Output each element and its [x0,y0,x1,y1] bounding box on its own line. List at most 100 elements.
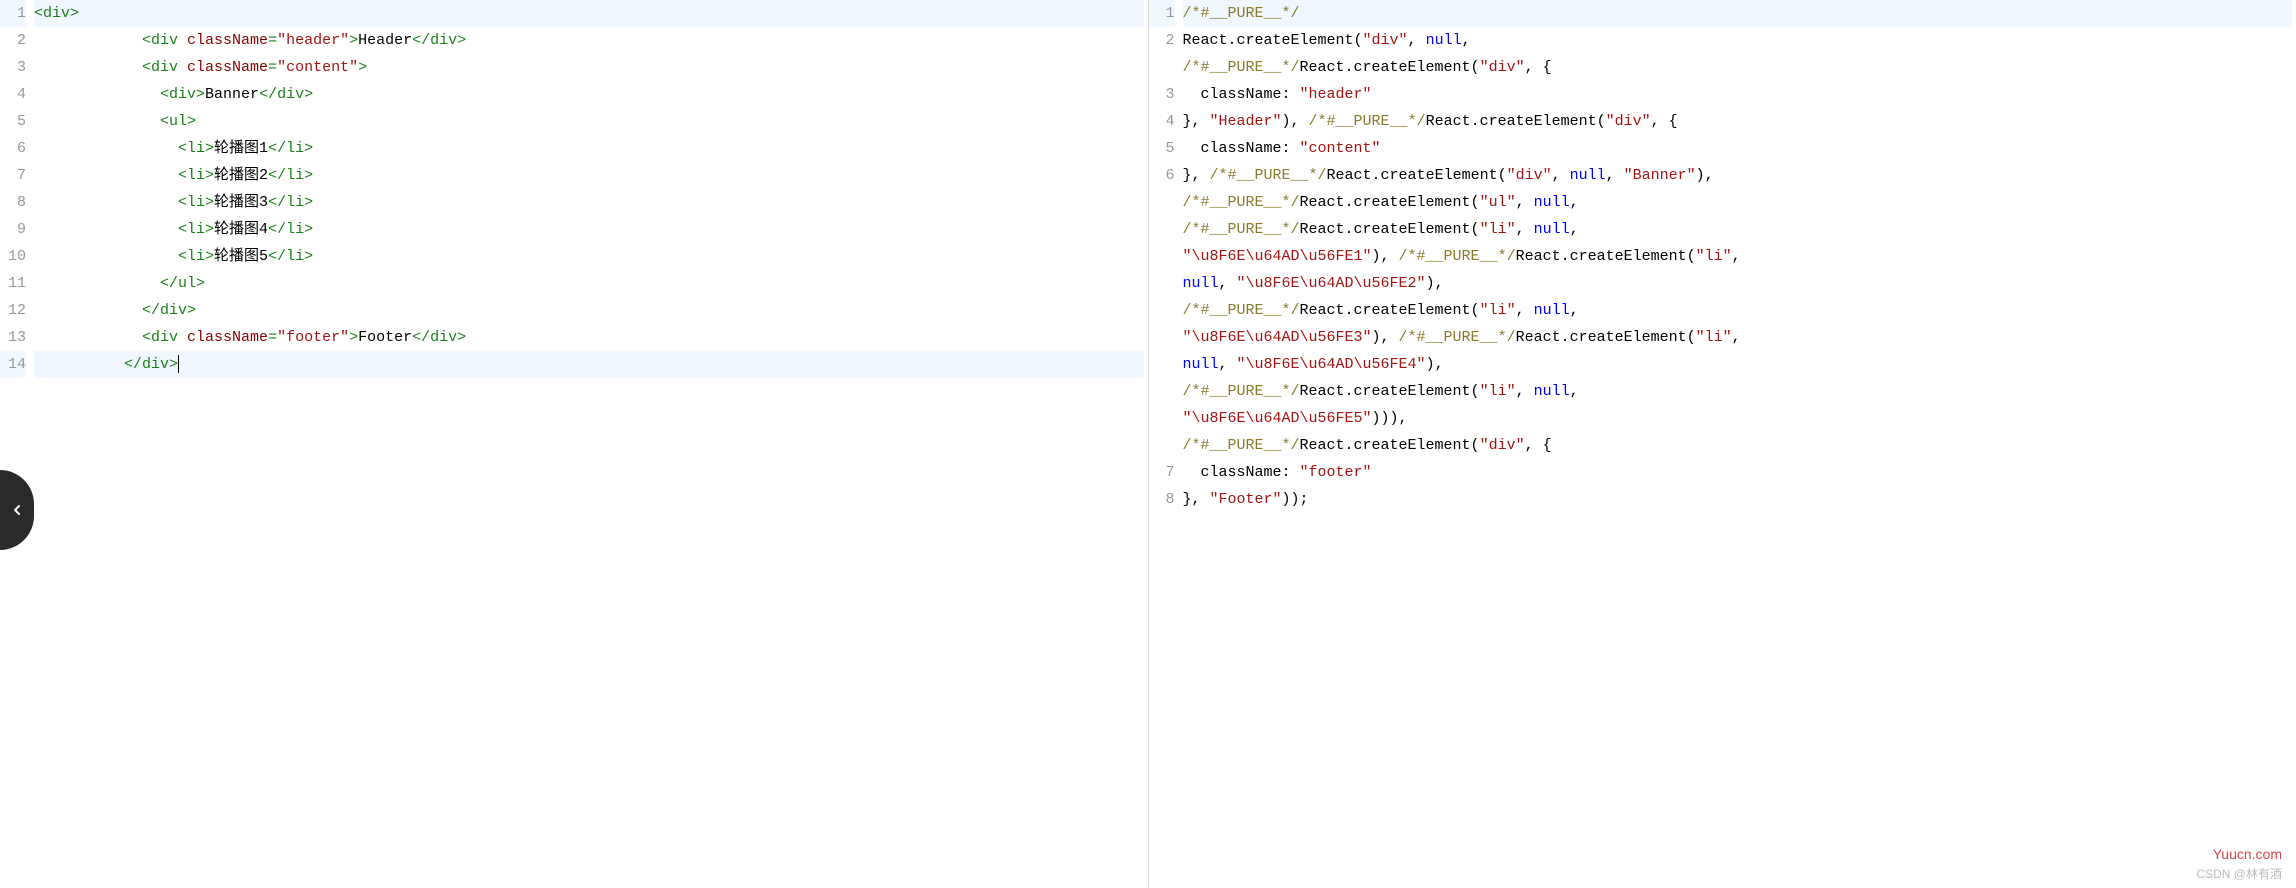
token-str: "div" [1480,437,1525,454]
token-tag: > [349,329,358,346]
left-code-area[interactable]: <div> <div className="header">Header</di… [34,0,1148,888]
code-line[interactable]: /*#__PURE__*/React.createElement("li", n… [1183,216,2293,243]
code-line[interactable]: /*#__PURE__*/ [1183,0,2293,27]
code-line[interactable]: /*#__PURE__*/React.createElement("li", n… [1183,297,2293,324]
code-line[interactable]: "\u8F6E\u64AD\u56FE5"))), [1183,405,2293,432]
token-tag: <div> [160,86,205,103]
token-id: ), [1282,113,1309,130]
code-line[interactable]: <li>轮播图2</li> [34,162,1144,189]
token-str: "Header" [1210,113,1282,130]
token-str: "Banner" [1624,167,1696,184]
text-cursor [178,355,179,373]
line-number: 6 [0,135,26,162]
code-line[interactable]: <li>轮播图5</li> [34,243,1144,270]
code-line[interactable]: }, /*#__PURE__*/React.createElement("div… [1183,162,2293,189]
token-str: "header" [277,32,349,49]
token-kw: null [1183,275,1219,292]
line-number: 3 [1149,81,1175,108]
code-line[interactable]: React.createElement("div", null, [1183,27,2293,54]
line-number: 4 [1149,108,1175,135]
token-id: , [1570,383,1588,400]
token-str: "header" [1300,86,1372,103]
line-number [1149,270,1175,297]
token-str: "li" [1696,248,1732,265]
token-str: "div" [1363,32,1408,49]
line-number [1149,324,1175,351]
code-line[interactable]: /*#__PURE__*/React.createElement("li", n… [1183,378,2293,405]
code-line[interactable]: <li>轮播图4</li> [34,216,1144,243]
token-id: )); [1282,491,1309,508]
token-txt [34,275,160,292]
token-str: "content" [1300,140,1381,157]
code-line[interactable]: className: "header" [1183,81,2293,108]
token-cmt: /*#__PURE__*/ [1210,167,1327,184]
code-line[interactable]: className: "content" [1183,135,2293,162]
token-kw: null [1570,167,1606,184]
token-id: , [1408,32,1426,49]
code-line[interactable]: }, "Footer")); [1183,486,2293,513]
line-number: 7 [1149,459,1175,486]
right-code-area[interactable]: /*#__PURE__*/React.createElement("div", … [1183,0,2296,888]
code-line[interactable]: null, "\u8F6E\u64AD\u56FE2"), [1183,270,2293,297]
code-line[interactable]: <li>轮播图1</li> [34,135,1144,162]
token-attr: className [187,32,268,49]
token-cmt: /*#__PURE__*/ [1399,329,1516,346]
token-str: "\u8F6E\u64AD\u56FE2" [1237,275,1426,292]
code-line[interactable]: "\u8F6E\u64AD\u56FE1"), /*#__PURE__*/Rea… [1183,243,2293,270]
token-id: , { [1651,113,1678,130]
code-line[interactable]: null, "\u8F6E\u64AD\u56FE4"), [1183,351,2293,378]
token-tag: = [268,32,277,49]
token-kw: null [1426,32,1462,49]
token-cmt: /*#__PURE__*/ [1309,113,1426,130]
token-kw: null [1534,383,1570,400]
code-line[interactable]: <li>轮播图3</li> [34,189,1144,216]
token-str: "div" [1606,113,1651,130]
token-id: , [1516,221,1534,238]
token-cmt: /*#__PURE__*/ [1399,248,1516,265]
code-line[interactable]: <div className="content"> [34,54,1144,81]
token-id: ), [1696,167,1723,184]
token-tag: <ul> [160,113,196,130]
line-number: 2 [1149,27,1175,54]
editor-split-view: 1234567891011121314 <div> <div className… [0,0,2296,888]
code-line[interactable]: </div> [34,351,1144,378]
token-id: , [1570,221,1588,238]
line-number [1149,243,1175,270]
token-str: "div" [1507,167,1552,184]
token-id: React.createElement( [1300,302,1480,319]
code-line[interactable]: /*#__PURE__*/React.createElement("div", … [1183,54,2293,81]
code-line[interactable]: className: "footer" [1183,459,2293,486]
token-kw: null [1534,221,1570,238]
token-str: "content" [277,59,358,76]
token-tag: </li> [268,140,313,157]
token-kw: null [1534,194,1570,211]
line-number: 1 [1149,0,1175,27]
token-tag: = [268,329,277,346]
watermark-csdn: CSDN @林有酒 [2196,865,2282,882]
token-str: "\u8F6E\u64AD\u56FE3" [1183,329,1372,346]
token-id: , [1219,275,1237,292]
token-txt [34,167,178,184]
code-line[interactable]: </div> [34,297,1144,324]
code-line[interactable]: <div> [34,0,1144,27]
token-id: , { [1525,437,1552,454]
token-id: , [1552,167,1570,184]
token-id: React.createElement( [1327,167,1507,184]
code-line[interactable]: <div className="header">Header</div> [34,27,1144,54]
code-line[interactable]: }, "Header"), /*#__PURE__*/React.createE… [1183,108,2293,135]
token-id: , [1570,194,1588,211]
token-txt: Header [358,32,412,49]
code-line[interactable]: <div>Banner</div> [34,81,1144,108]
token-id: React.createElement( [1300,59,1480,76]
code-line[interactable]: /*#__PURE__*/React.createElement("div", … [1183,432,2293,459]
code-line[interactable]: <ul> [34,108,1144,135]
code-line[interactable]: /*#__PURE__*/React.createElement("ul", n… [1183,189,2293,216]
token-tag: </div> [124,356,178,373]
code-line[interactable]: "\u8F6E\u64AD\u56FE3"), /*#__PURE__*/Rea… [1183,324,2293,351]
token-id: ), [1372,248,1399,265]
line-number: 14 [0,351,26,378]
code-line[interactable]: </ul> [34,270,1144,297]
right-gutter: 12 3456 78 [1149,0,1183,888]
code-line[interactable]: <div className="footer">Footer</div> [34,324,1144,351]
token-kw: null [1534,302,1570,319]
